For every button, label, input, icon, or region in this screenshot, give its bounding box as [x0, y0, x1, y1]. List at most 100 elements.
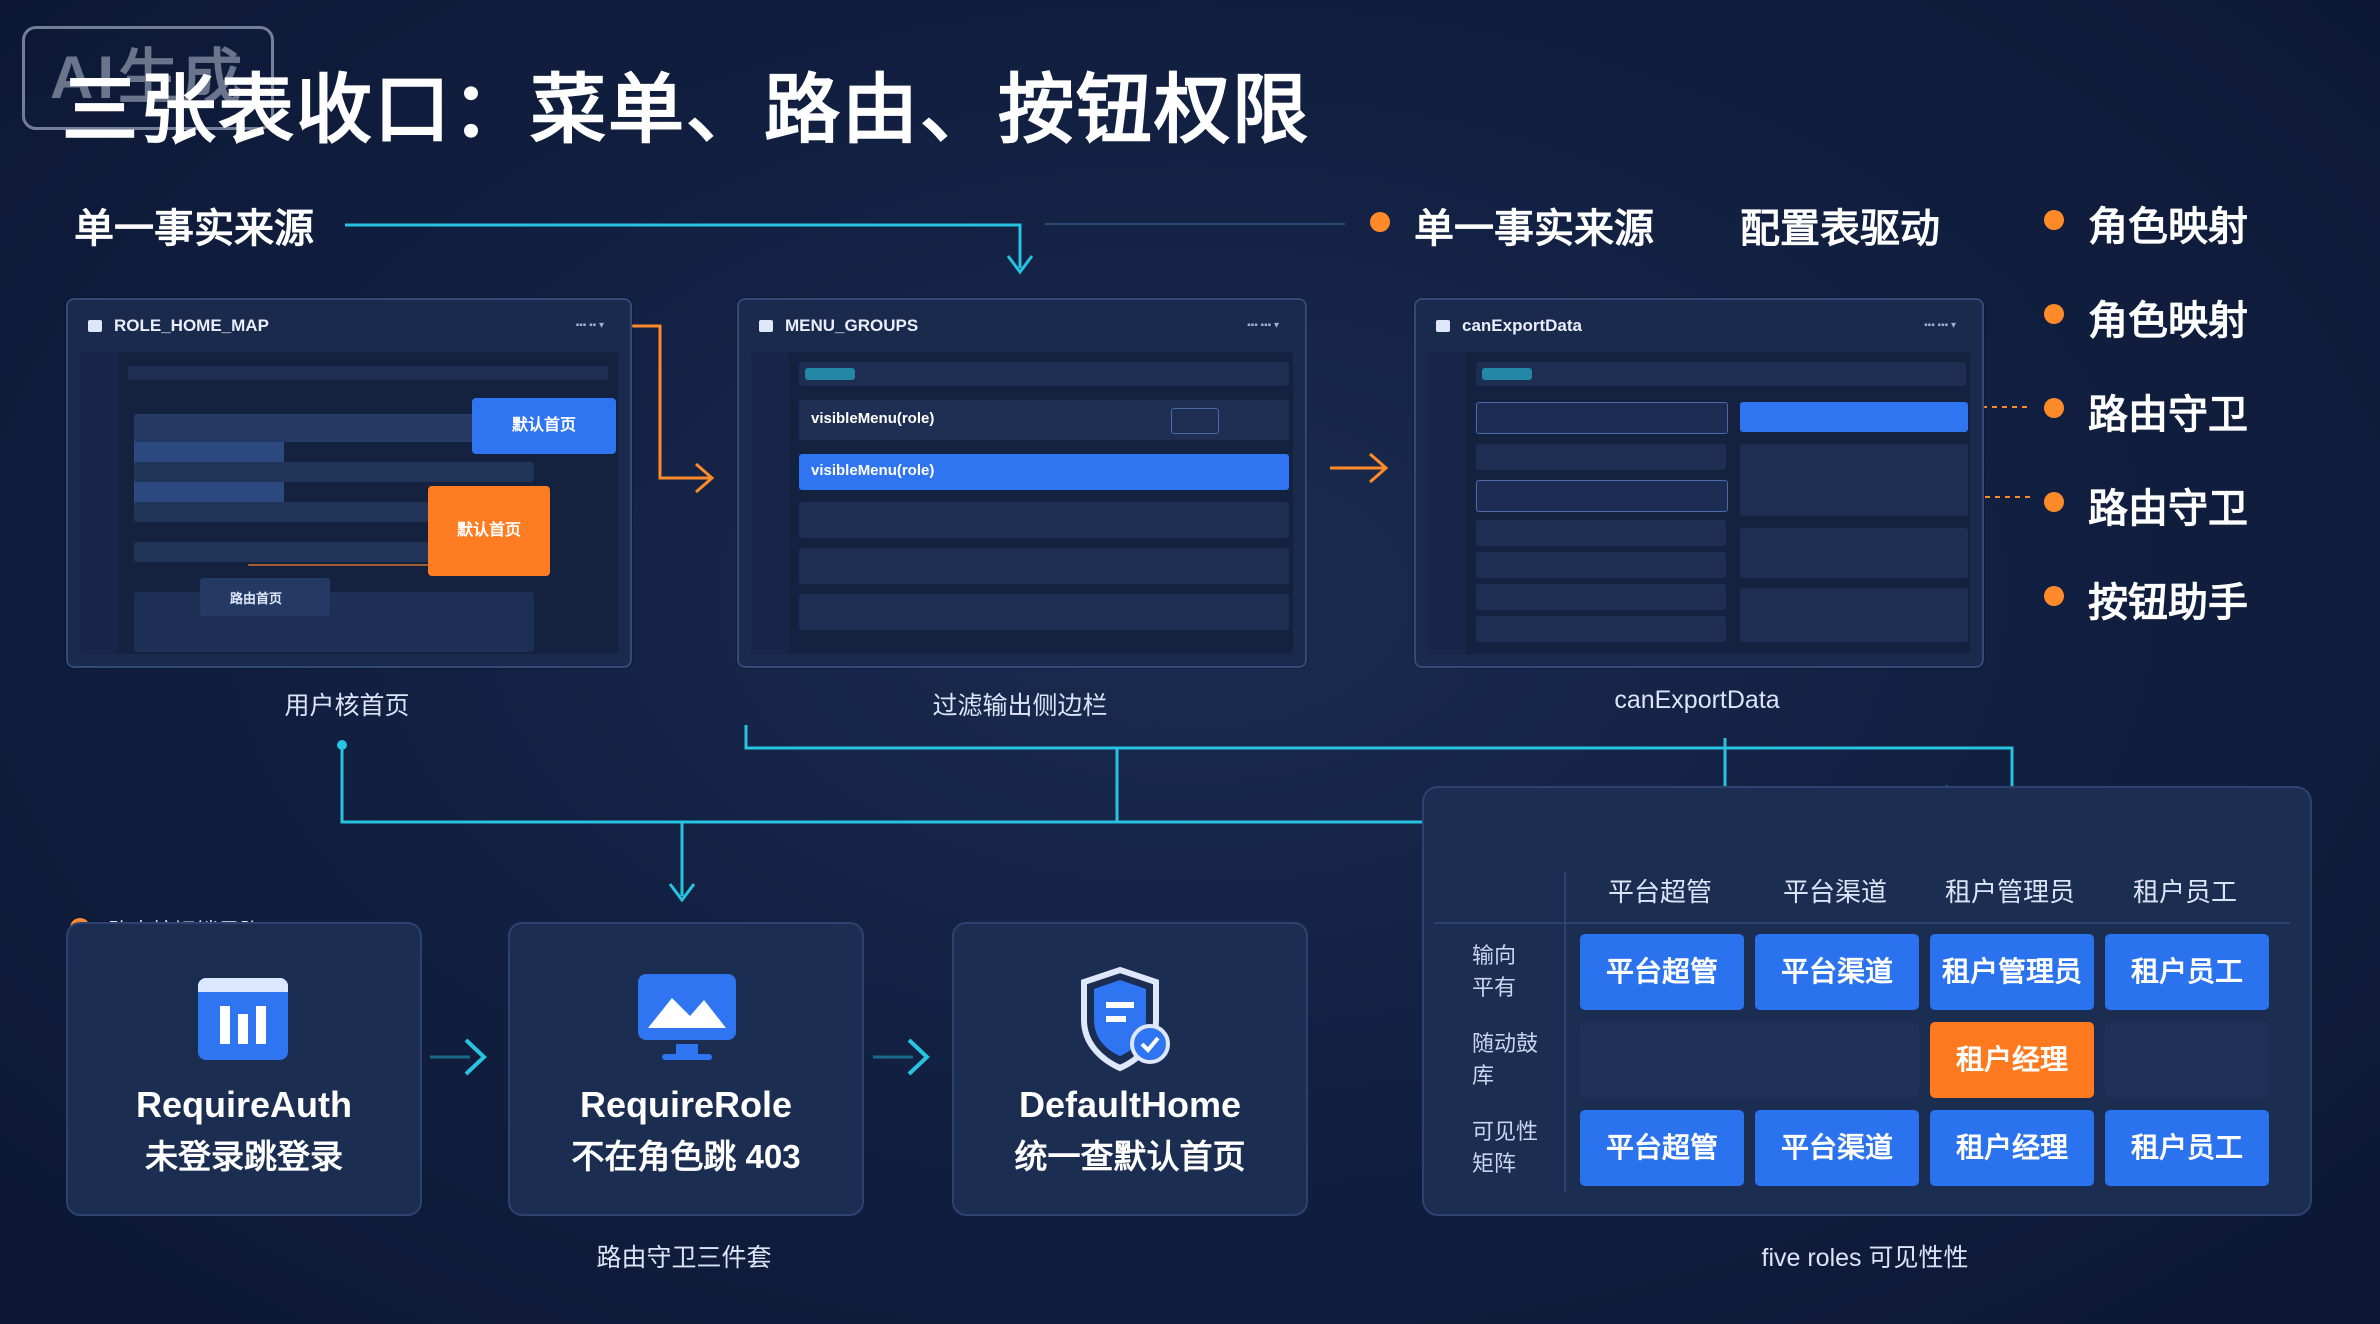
- detail-block: [1740, 528, 1968, 578]
- panel-caption: 用户核首页: [284, 692, 410, 720]
- shield-doc-icon: [1081, 966, 1170, 1072]
- detail-block: [1740, 444, 1968, 516]
- matrix-cell[interactable]: 租户经理: [1930, 1110, 2094, 1186]
- matrix-row-header: 可见性 矩阵: [1472, 1119, 1539, 1176]
- side-list-item: 角色映射: [2044, 288, 2344, 343]
- panel-title: MENU_GROUPS: [785, 316, 919, 335]
- side-list-item: 角色映射: [2044, 194, 2344, 249]
- matrix-col-header: 租户员工: [2132, 877, 2237, 907]
- export-highlight-bar: [1740, 402, 1968, 432]
- guard-caption: 路由守卫三件套: [596, 1244, 772, 1272]
- side-list-dot: [2044, 304, 2064, 324]
- panel-sidebar: [80, 352, 118, 654]
- matrix-cell-highlight[interactable]: 租户经理: [1930, 1022, 2094, 1098]
- card-line1: DefaultHome: [1018, 1084, 1242, 1125]
- placeholder-row: [134, 462, 534, 482]
- list-row: [1476, 584, 1726, 610]
- matrix-col-header: 平台超管: [1607, 877, 1712, 907]
- route-home-label: 路由首页: [230, 591, 283, 606]
- matrix-cell-empty: [1580, 1022, 1919, 1098]
- menu-row: [799, 548, 1289, 584]
- select-field[interactable]: [1476, 402, 1728, 434]
- card-line2: 不在角色跳 403: [571, 1138, 801, 1175]
- side-list-label: 按钮助手: [2088, 581, 2248, 625]
- panel-header: MENU_GROUPS ▪▪▪ ▪▪▪ ▾: [739, 300, 1305, 352]
- side-list-label: 角色映射: [2088, 205, 2248, 249]
- panel-title: canExportData: [1462, 316, 1582, 335]
- placeholder-row: [134, 592, 534, 652]
- matrix-cell[interactable]: 平台超管: [1580, 934, 1744, 1010]
- side-list-label: 角色映射: [2088, 299, 2248, 343]
- active-chip: [805, 368, 855, 380]
- top-label-right: 配置表驱动: [1740, 207, 1940, 251]
- monitor-chart-icon: [638, 974, 736, 1060]
- matrix-col-header: 租户管理员: [1944, 877, 2075, 907]
- top-label-left: 单一事实来源: [74, 207, 314, 251]
- panel-body: visibleMenu(role) visibleMenu(role): [751, 352, 1293, 654]
- icon-bar: [220, 1006, 230, 1044]
- side-list-label: 路由守卫: [2088, 487, 2248, 531]
- lock-grid-icon: [198, 978, 288, 1060]
- matrix-cell[interactable]: 租户员工: [2105, 1110, 2269, 1186]
- panel-header: ROLE_HOME_MAP ▪▪▪ ▪▪ ▾: [68, 300, 630, 352]
- matrix-row-header: 随动鼓 库: [1472, 1031, 1539, 1088]
- matrix-col-header: 平台渠道: [1782, 877, 1887, 907]
- panel-sidebar: [1428, 352, 1466, 654]
- select-field[interactable]: [1476, 480, 1728, 512]
- side-list-item: 路由守卫: [2044, 476, 2344, 531]
- list-row: [1476, 552, 1726, 578]
- row-action-button[interactable]: [1171, 408, 1219, 434]
- panel-body: [1428, 352, 1970, 654]
- visibility-matrix: 平台超管 平台渠道 租户管理员 租户员工 输向 平有 平台超管 平台渠道 租户管…: [1422, 786, 2312, 1216]
- default-home-button-highlight[interactable]: 默认首页: [428, 486, 550, 576]
- window-icon: [759, 320, 773, 332]
- card-line1: RequireRole: [579, 1084, 793, 1125]
- side-list-item: 路由守卫: [2044, 382, 2344, 437]
- matrix-cell[interactable]: 租户管理员: [1930, 934, 2094, 1010]
- matrix-cell[interactable]: 平台超管: [1580, 1110, 1744, 1186]
- panel-header: canExportData ▪▪▪ ▪▪▪ ▾: [1416, 300, 1982, 352]
- side-list-dot: [2044, 398, 2064, 418]
- window-icon: [88, 320, 102, 332]
- panel-meta-icon: ▪▪▪ ▪▪▪ ▾: [1247, 320, 1279, 331]
- list-row: [1476, 444, 1726, 470]
- matrix-caption: five roles 可见性性: [1761, 1244, 1969, 1272]
- list-row: [1476, 520, 1726, 546]
- card-line2: 未登录跳登录: [145, 1138, 343, 1175]
- panel-meta-icon: ▪▪▪ ▪▪▪ ▾: [1924, 320, 1956, 331]
- page-title: 三张表收口：菜单、路由、按钮权限: [62, 68, 1310, 153]
- matrix-cell[interactable]: 平台渠道: [1755, 934, 1919, 1010]
- active-chip: [1482, 368, 1532, 380]
- panel-caption: canExportData: [1614, 686, 1780, 714]
- panel-title: ROLE_HOME_MAP: [114, 316, 269, 335]
- side-list-dot: [2044, 210, 2064, 230]
- panel-toolbar: [1476, 362, 1966, 386]
- menu-row-label: visibleMenu(role): [811, 410, 935, 427]
- panel-body: 默认首页 默认首页 路由首页: [80, 352, 618, 654]
- card-line1: RequireAuth: [136, 1084, 352, 1125]
- icon-bar: [238, 1014, 248, 1044]
- matrix-cell[interactable]: 租户员工: [2105, 934, 2269, 1010]
- matrix-cell[interactable]: 平台渠道: [1755, 1110, 1919, 1186]
- default-home-button[interactable]: 默认首页: [472, 398, 616, 454]
- side-list-label: 路由守卫: [2088, 393, 2248, 437]
- panel-can-export-data: canExportData ▪▪▪ ▪▪▪ ▾: [1414, 298, 1984, 668]
- panel-sidebar: [751, 352, 789, 654]
- panel-menu-groups: MENU_GROUPS ▪▪▪ ▪▪▪ ▾ visibleMenu(role) …: [737, 298, 1307, 668]
- menu-row: [799, 502, 1289, 538]
- menu-row-selected-label: visibleMenu(role): [811, 462, 935, 479]
- side-list-dot: [2044, 586, 2064, 606]
- matrix-divider: [1564, 872, 1566, 1192]
- top-label-middle: 单一事实来源: [1414, 207, 1654, 251]
- panel-toolbar: [128, 366, 608, 380]
- panel-meta-icon: ▪▪▪ ▪▪ ▾: [575, 320, 604, 331]
- matrix-divider: [1434, 922, 2290, 924]
- matrix-cell-empty: [2105, 1022, 2269, 1098]
- detail-block: [1740, 588, 1968, 642]
- panel-caption: 过滤输出侧边栏: [932, 692, 1108, 720]
- highlight-connector: [248, 564, 428, 566]
- side-list-dot: [2044, 492, 2064, 512]
- guard-card-require-role: RequireRole 不在角色跳 403: [508, 922, 864, 1216]
- menu-row: [799, 594, 1289, 630]
- guard-card-require-auth: RequireAuth 未登录跳登录: [66, 922, 422, 1216]
